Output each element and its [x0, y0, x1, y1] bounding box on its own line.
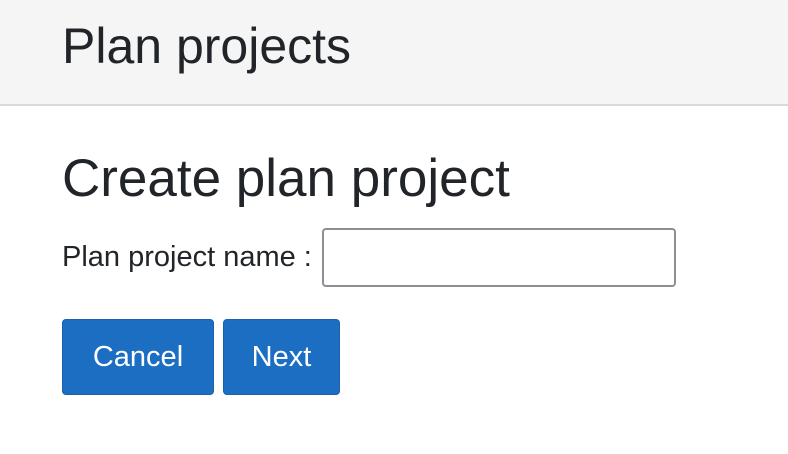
plan-project-name-label: Plan project name : — [62, 241, 312, 273]
create-plan-project-heading: Create plan project — [62, 149, 510, 208]
page: Plan projects Create plan project Plan p… — [0, 0, 788, 454]
plan-project-name-input[interactable] — [321, 227, 676, 287]
cancel-button[interactable]: Cancel — [62, 319, 214, 395]
plan-project-name-row: Plan project name : — [62, 227, 676, 287]
next-button[interactable]: Next — [223, 319, 340, 395]
top-header: Plan projects — [0, 0, 788, 106]
page-title: Plan projects — [62, 18, 352, 74]
